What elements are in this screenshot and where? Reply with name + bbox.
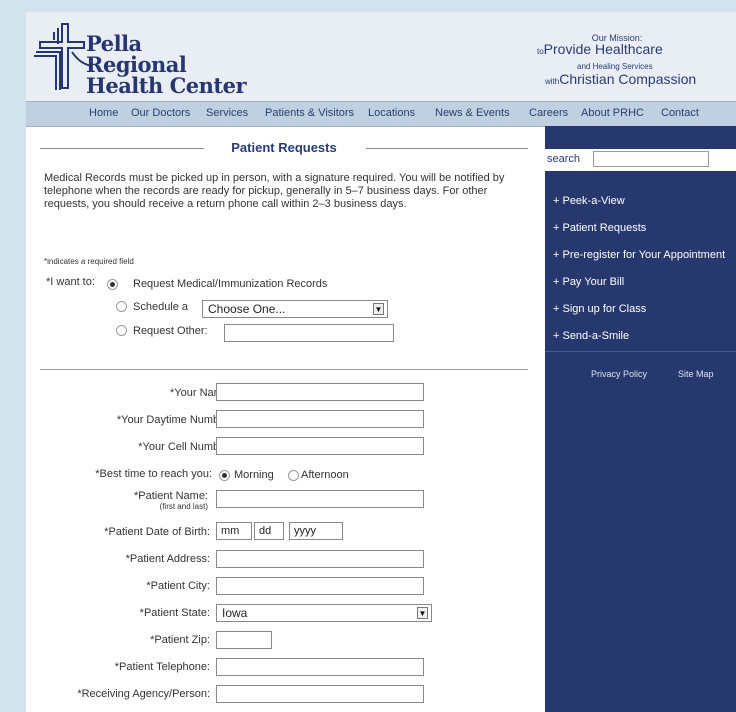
request-other-input[interactable]: [224, 324, 394, 342]
state-select[interactable]: Iowa ▼: [216, 604, 432, 622]
chevron-down-icon: ▼: [373, 303, 384, 315]
search-row: search: [545, 149, 736, 171]
mission-to: to: [537, 47, 544, 56]
agency-label: *Receiving Agency/Person:: [77, 688, 210, 700]
city-label: *Patient City:: [146, 580, 210, 592]
chevron-down-icon: ▼: [417, 607, 428, 619]
patient-name-input[interactable]: [216, 490, 424, 508]
main-content: Patient Requests Medical Records must be…: [26, 126, 540, 712]
want-label: *I want to:: [46, 276, 95, 288]
radio-request-other[interactable]: [116, 325, 127, 336]
nav-our-doctors[interactable]: Our Doctors: [131, 107, 190, 119]
nav-locations[interactable]: Locations: [368, 107, 415, 119]
schedule-select[interactable]: Choose One... ▼: [202, 300, 388, 318]
mission-healing: and Healing Services: [577, 62, 653, 71]
patient-name-text: *Patient Name:: [134, 490, 208, 502]
dob-dd: dd: [259, 525, 272, 537]
zip-input[interactable]: [216, 631, 272, 649]
schedule-select-value: Choose One...: [208, 302, 286, 316]
mission-statement: Our Mission: toProvide Healthcare and He…: [537, 33, 697, 88]
state-label: *Patient State:: [139, 607, 210, 619]
page-title: Patient Requests: [231, 140, 337, 155]
main-nav: Home Our Doctors Services Patients & Vis…: [26, 101, 736, 127]
dob-mm: mm: [221, 525, 240, 537]
nav-contact[interactable]: Contact: [661, 107, 699, 119]
nav-services[interactable]: Services: [206, 107, 248, 119]
patient-name-label: *Patient Name: (first and last): [26, 490, 208, 511]
divider: [40, 369, 528, 370]
search-input[interactable]: [593, 151, 709, 167]
nav-about[interactable]: About PRHC: [581, 107, 644, 119]
state-select-value: Iowa: [222, 606, 248, 620]
cross-logo-icon[interactable]: [32, 20, 92, 92]
header: Pella Regional Health Center Our Mission…: [26, 12, 736, 101]
sidebar-item-sign-up-class[interactable]: + Sign up for Class: [553, 303, 646, 315]
dob-month-input[interactable]: mm: [216, 522, 252, 540]
sidebar-item-peek-a-view[interactable]: + Peek-a-View: [553, 195, 625, 207]
dob-yyyy: yyyy: [294, 525, 316, 537]
section-title: Patient Requests: [40, 140, 528, 156]
nav-careers[interactable]: Careers: [529, 107, 568, 119]
radio-schedule[interactable]: [116, 301, 127, 312]
option-request-records: Request Medical/Immunization Records: [133, 278, 328, 290]
sidebar-divider: [545, 351, 736, 352]
city-input[interactable]: [216, 577, 424, 595]
zip-label: *Patient Zip:: [150, 634, 210, 646]
address-label: *Patient Address:: [125, 553, 210, 565]
telephone-input[interactable]: [216, 658, 424, 676]
best-time-label: *Best time to reach you:: [95, 468, 212, 480]
cell-label: *Your Cell Number:: [138, 441, 232, 453]
brand-line-3: Health Center: [86, 73, 247, 98]
daytime-label: *Your Daytime Number:: [116, 414, 232, 426]
telephone-label: *Patient Telephone:: [114, 661, 210, 673]
dob-year-input[interactable]: yyyy: [289, 522, 343, 540]
your-name-label: *Your Name:: [170, 387, 232, 399]
privacy-policy-link[interactable]: Privacy Policy: [591, 369, 647, 379]
page: Pella Regional Health Center Our Mission…: [26, 12, 736, 712]
site-map-link[interactable]: Site Map: [678, 369, 714, 379]
morning-label: Morning: [234, 469, 274, 481]
option-request-other: Request Other:: [133, 325, 208, 337]
brand-line-2: Regional: [86, 52, 187, 77]
radio-morning[interactable]: [219, 470, 230, 481]
sidebar-item-patient-requests[interactable]: + Patient Requests: [553, 222, 646, 234]
agency-input[interactable]: [216, 685, 424, 703]
mission-provide: Provide Healthcare: [543, 41, 663, 57]
required-note: *indicates a required field: [44, 257, 134, 266]
sidebar-item-send-a-smile[interactable]: + Send-a-Smile: [553, 330, 629, 342]
sidebar-item-pay-bill[interactable]: + Pay Your Bill: [553, 276, 624, 288]
brand-logo-text[interactable]: Pella Regional Health Center: [86, 31, 247, 98]
mission-with: with: [545, 77, 560, 86]
patient-name-sub: (first and last): [159, 502, 208, 511]
address-input[interactable]: [216, 550, 424, 568]
your-name-input[interactable]: [216, 383, 424, 401]
sidebar: search + Peek-a-View + Patient Requests …: [545, 126, 736, 712]
nav-patients-visitors[interactable]: Patients & Visitors: [265, 107, 354, 119]
option-schedule: Schedule a: [133, 301, 189, 313]
nav-home[interactable]: Home: [89, 107, 118, 119]
sidebar-item-pre-register[interactable]: + Pre-register for Your Appointment: [553, 249, 725, 261]
radio-afternoon[interactable]: [288, 470, 299, 481]
search-label: search: [547, 153, 581, 165]
radio-request-records[interactable]: [107, 279, 118, 290]
daytime-input[interactable]: [216, 410, 424, 428]
intro-text: Medical Records must be picked up in per…: [44, 172, 505, 210]
nav-news-events[interactable]: News & Events: [435, 107, 510, 119]
mission-compassion: Christian Compassion: [559, 71, 697, 87]
afternoon-label: Afternoon: [301, 469, 349, 481]
dob-day-input[interactable]: dd: [254, 522, 284, 540]
cell-input[interactable]: [216, 437, 424, 455]
brand-line-1: Pella: [86, 31, 142, 56]
dob-label: *Patient Date of Birth:: [104, 526, 210, 538]
